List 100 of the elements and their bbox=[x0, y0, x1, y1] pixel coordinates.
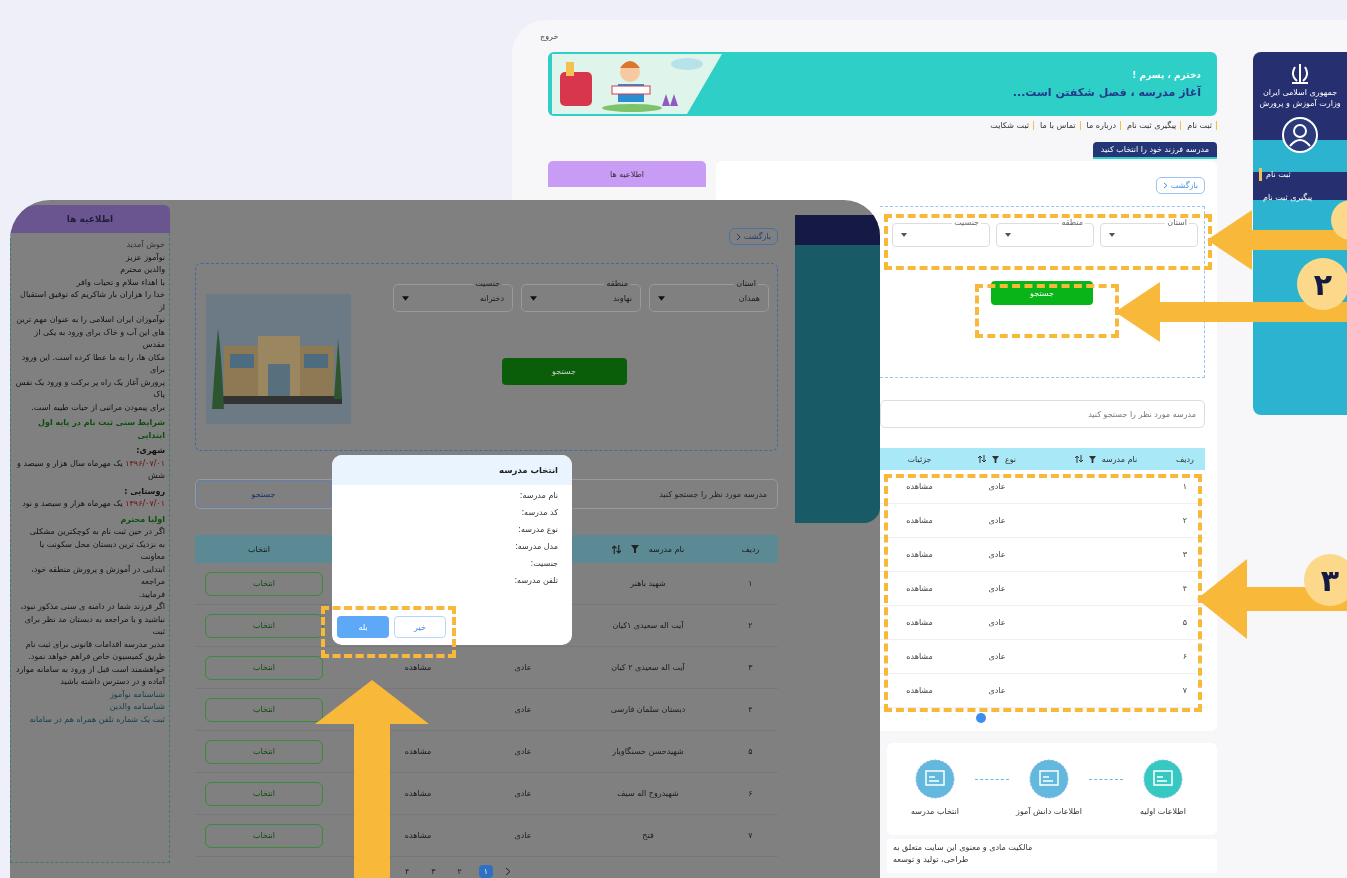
announcement-text: مدیر مدرسه اقدامات قانونی برای ثبت نام bbox=[24, 638, 165, 651]
announcement-text: خدا را هزاران بار شاکریم که توفیق استقبال از bbox=[19, 289, 165, 314]
cancel-button[interactable]: خیر bbox=[394, 616, 446, 638]
document-link[interactable]: ثبت یک شماره تلفن همراه هم در سامانه bbox=[15, 713, 165, 726]
table-cell: ۲ bbox=[748, 621, 753, 630]
column-header: نام مدرسه bbox=[1101, 454, 1138, 464]
step-label: اطلاعات دانش آموز bbox=[1016, 807, 1082, 816]
table-cell: ۴ bbox=[748, 705, 753, 714]
caret-icon bbox=[901, 233, 907, 237]
select-button[interactable]: انتخاب bbox=[205, 823, 323, 848]
table-cell: عادی bbox=[988, 618, 1006, 627]
sort-icon[interactable] bbox=[977, 455, 986, 463]
page-number[interactable]: ۲ bbox=[452, 865, 467, 878]
announcement-heading: روستایی : bbox=[123, 485, 165, 498]
table-cell: ۲ bbox=[1182, 516, 1188, 525]
sort-icon[interactable] bbox=[611, 544, 621, 554]
school-search-field[interactable]: مدرسه مورد نظر را جستجو کنید bbox=[880, 400, 1205, 428]
back-button[interactable]: بازگشت bbox=[1155, 177, 1205, 194]
view-link[interactable]: مشاهده bbox=[404, 747, 432, 756]
select-button[interactable]: انتخاب bbox=[205, 739, 323, 764]
select-button[interactable]: انتخاب bbox=[205, 781, 323, 806]
table-cell: عادی bbox=[514, 747, 532, 756]
organization-name: جمهوری اسلامی ایران bbox=[1262, 88, 1338, 97]
select-button[interactable]: انتخاب bbox=[205, 697, 323, 722]
table-cell: عادی bbox=[988, 652, 1006, 661]
search-button[interactable]: جستجو bbox=[501, 358, 627, 385]
sort-icon[interactable] bbox=[1074, 455, 1083, 463]
announcement-text: ۱۳۹۶/۰۷/۰۱ یک مهرماه سال هزار و سیصد و bbox=[15, 457, 165, 470]
chevron-right-icon[interactable] bbox=[505, 867, 512, 876]
view-link[interactable]: مشاهده bbox=[404, 789, 432, 798]
search-button[interactable]: جستجو bbox=[991, 281, 1093, 305]
table-cell: شهید باهنر bbox=[630, 579, 666, 588]
announcement-heading: شهری: bbox=[135, 445, 165, 457]
nav-link[interactable]: پیگیری ثبت نام bbox=[1127, 121, 1182, 130]
table-cell: ۵ bbox=[748, 747, 753, 756]
announcement-text: نوآموزان ایران اسلامی را به عنوان مهم ترین bbox=[15, 314, 165, 326]
dialog-title: انتخاب مدرسه bbox=[332, 455, 572, 485]
table-cell: ۷ bbox=[748, 831, 753, 840]
chevron-icon bbox=[1162, 182, 1168, 189]
announcement-text: آماده و در دسترس داشته باشید bbox=[59, 676, 165, 688]
caret-icon bbox=[658, 295, 665, 301]
nav-link[interactable]: درباره ما bbox=[1086, 121, 1121, 130]
organization-name: وزارت آموزش و پرورش bbox=[1259, 99, 1341, 108]
view-link[interactable]: مشاهده bbox=[906, 482, 933, 491]
table-cell: آیت اله سعیدی ۲ کیان bbox=[611, 663, 685, 672]
table-cell: آیت اله سعیدی ۱کیان bbox=[612, 621, 684, 630]
nav-link[interactable]: ثبت نام bbox=[1187, 121, 1217, 130]
filter-icon[interactable] bbox=[991, 455, 999, 463]
announcement-heading: شرایط سنی ثبت نام در پایه اول ابتدایی bbox=[37, 417, 165, 442]
chevron-icon bbox=[735, 232, 741, 241]
view-link[interactable]: مشاهده bbox=[906, 584, 933, 593]
caret-icon bbox=[530, 295, 537, 301]
view-link[interactable]: مشاهده bbox=[906, 686, 933, 695]
document-link[interactable]: شناسنامه نوآموز bbox=[15, 688, 165, 701]
sidebar-item[interactable]: ثبت نام bbox=[1259, 168, 1295, 181]
caret-icon bbox=[402, 295, 409, 301]
select-button[interactable]: انتخاب bbox=[205, 613, 323, 638]
filter-icon[interactable] bbox=[630, 545, 639, 553]
document-link[interactable]: شناسنامه والدین bbox=[15, 701, 165, 714]
view-link[interactable]: مشاهده bbox=[906, 618, 933, 627]
nav-link[interactable]: تماس با ما bbox=[1040, 121, 1081, 130]
announcement-text: فرمایید. bbox=[137, 588, 165, 601]
field-label: جنسیت: bbox=[530, 559, 558, 568]
section-tab[interactable]: مدرسه فرزند خود را انتخاب کنید bbox=[1092, 142, 1217, 159]
page-number[interactable]: ۳ bbox=[426, 865, 441, 878]
filter-icon[interactable] bbox=[1088, 455, 1096, 463]
footer-text: مالکیت مادی و معنوی این سایت متعلق به bbox=[893, 843, 1033, 852]
announcement-text: طریق کمیسیون خاص فراهم خواهد نمود. bbox=[27, 651, 165, 663]
view-link[interactable]: مشاهده bbox=[906, 516, 933, 525]
table-cell: ۶ bbox=[1182, 652, 1188, 661]
view-link[interactable]: مشاهده bbox=[404, 831, 432, 840]
table-cell: عادی bbox=[514, 663, 532, 672]
announcement-text: مکان ها، را به ما عطا کرده است. این ورود برای bbox=[20, 351, 165, 376]
nav-link[interactable]: ثبت شکایت bbox=[990, 121, 1035, 130]
back-button[interactable]: بازگشت bbox=[728, 228, 778, 245]
field-label: کد مدرسه: bbox=[521, 508, 558, 517]
view-link[interactable]: مشاهده bbox=[404, 663, 432, 672]
announcement-text: به نزدیک ترین دبستان محل سکونت یا معاونت bbox=[38, 538, 165, 563]
page-number[interactable]: ۱ bbox=[478, 865, 494, 878]
view-link[interactable]: مشاهده bbox=[906, 550, 933, 559]
table-cell: ۴ bbox=[1182, 584, 1188, 593]
search-button[interactable]: جستجو bbox=[196, 480, 331, 508]
exit-link[interactable]: خروج bbox=[540, 31, 559, 41]
table-cell: عادی bbox=[514, 789, 532, 798]
announcement-text: ابتدایی در آموزش و پرورش منطقه خود، مراجعه bbox=[30, 563, 165, 588]
announcement-text: خوش آمدید bbox=[125, 239, 165, 251]
view-link[interactable]: مشاهده bbox=[906, 652, 933, 661]
select-button[interactable]: انتخاب bbox=[205, 655, 323, 680]
table-cell: عادی bbox=[988, 482, 1006, 491]
select-button[interactable]: انتخاب bbox=[205, 571, 323, 596]
announcement-text: شش bbox=[147, 470, 165, 482]
column-header: ردیف bbox=[1176, 454, 1194, 464]
page-indicator[interactable] bbox=[976, 713, 986, 723]
announcement-text: پرورش آغاز یک راه پر برکت و ورود یک نفس پاک bbox=[15, 376, 165, 401]
banner-title: آغاز مدرسه ، فصل شکفتن است... bbox=[1012, 85, 1201, 99]
table-cell: ۳ bbox=[748, 663, 753, 672]
table-cell: فتح bbox=[642, 831, 654, 840]
confirm-button[interactable]: بله bbox=[337, 616, 389, 638]
announcement-text: نباشید و با مراجعه به دبستان مد نظر برای ثبت bbox=[23, 613, 165, 638]
sidebar-item[interactable]: پیگیری ثبت نام bbox=[1259, 191, 1317, 204]
